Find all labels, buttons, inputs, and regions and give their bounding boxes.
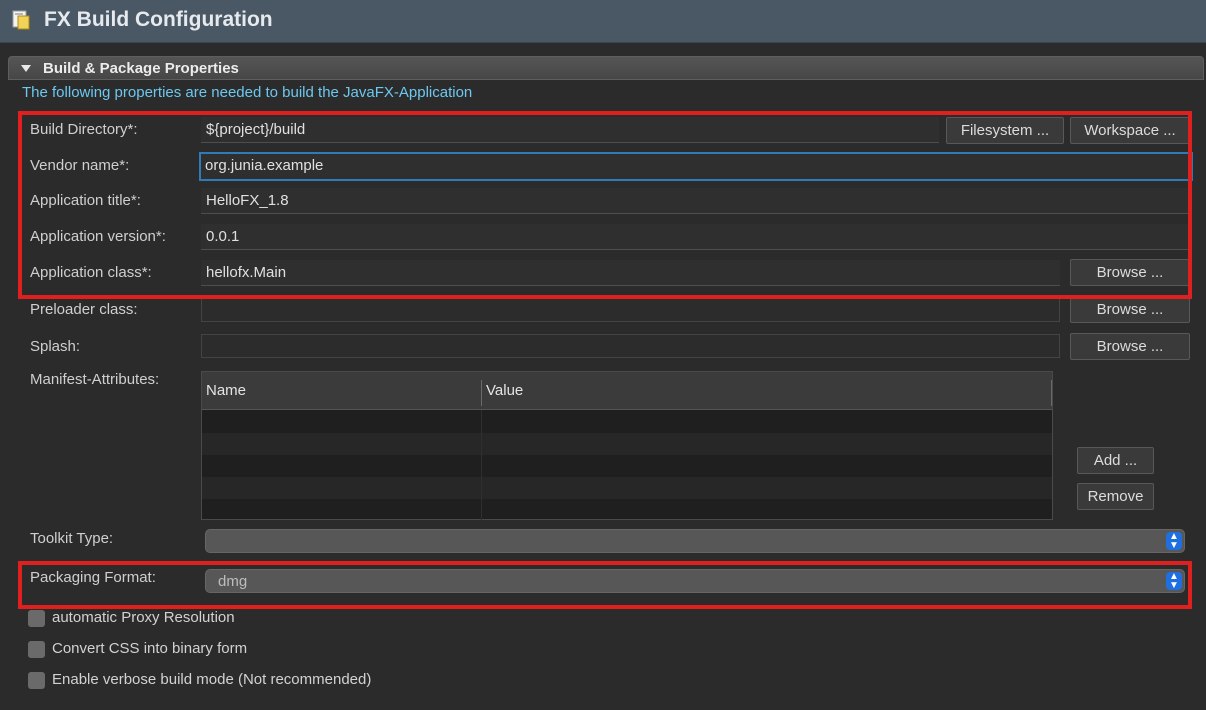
splash-label: Splash: — [30, 338, 81, 355]
section-header[interactable]: Build & Package Properties — [8, 56, 1204, 80]
toolkit-type-label: Toolkit Type: — [30, 530, 114, 547]
proxy-resolution-checkbox[interactable] — [28, 610, 45, 627]
table-header: Name Value — [202, 372, 1052, 410]
proxy-resolution-label[interactable]: automatic Proxy Resolution — [52, 609, 235, 626]
browse-splash-button[interactable]: Browse ... — [1070, 333, 1190, 360]
updown-chevron-icon: ▲ ▼ — [1166, 532, 1182, 551]
column-header-name[interactable]: Name — [206, 382, 246, 399]
verbose-build-checkbox[interactable] — [28, 672, 45, 689]
collapse-triangle-icon[interactable] — [21, 65, 31, 72]
window-title: FX Build Configuration — [44, 8, 273, 31]
section-title: Build & Package Properties — [43, 60, 239, 77]
table-row[interactable] — [202, 411, 1052, 433]
column-separator — [1051, 380, 1052, 406]
add-attribute-button[interactable]: Add ... — [1077, 447, 1154, 474]
toolkit-type-select[interactable]: ▲ ▼ — [205, 529, 1185, 553]
document-icon — [12, 10, 30, 30]
splash-input[interactable] — [201, 334, 1060, 358]
convert-css-checkbox[interactable] — [28, 641, 45, 658]
table-row[interactable] — [202, 455, 1052, 477]
table-row[interactable] — [202, 499, 1052, 520]
preloader-class-label: Preloader class: — [30, 301, 138, 318]
window-titlebar: FX Build Configuration — [0, 0, 1206, 43]
browse-preloader-button[interactable]: Browse ... — [1070, 296, 1190, 323]
verbose-build-label[interactable]: Enable verbose build mode (Not recommend… — [52, 671, 371, 688]
convert-css-label[interactable]: Convert CSS into binary form — [52, 640, 247, 657]
preloader-class-input[interactable] — [201, 298, 1060, 322]
table-row[interactable] — [202, 433, 1052, 455]
highlight-box — [18, 111, 1192, 299]
remove-attribute-button[interactable]: Remove — [1077, 483, 1154, 510]
column-header-value[interactable]: Value — [486, 382, 523, 399]
column-divider — [481, 410, 482, 520]
section-description: The following properties are needed to b… — [22, 84, 473, 101]
column-separator — [481, 380, 482, 406]
manifest-attributes-label: Manifest-Attributes: — [30, 371, 160, 388]
manifest-attributes-table[interactable]: Name Value — [201, 371, 1053, 520]
table-row[interactable] — [202, 477, 1052, 499]
highlight-box — [18, 561, 1192, 609]
